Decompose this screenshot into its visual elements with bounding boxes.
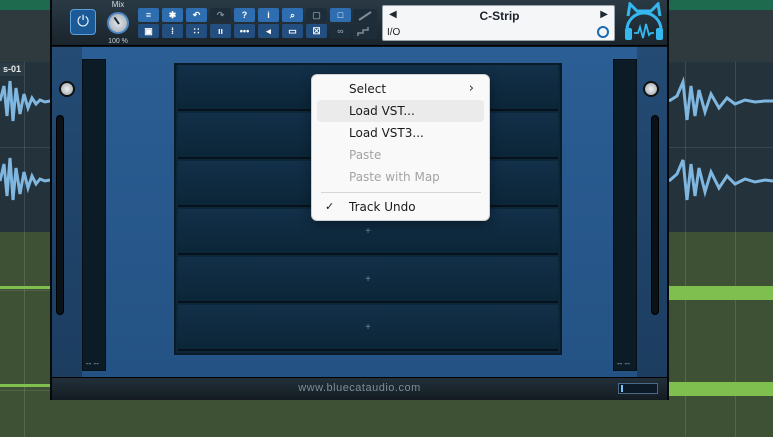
grid-icon[interactable]: ∷	[186, 24, 207, 38]
window-icon[interactable]: ▭	[282, 24, 303, 38]
toolbar-icon-grid: ≡ ✱ ↶ ↷ ? i ⌕ ▢ □ ▣ ⁞ ∷ ıı ••• ◂ ▭ ☒ ∞	[138, 8, 358, 38]
right-slot	[651, 115, 659, 315]
redo-icon[interactable]: ↷	[210, 8, 231, 22]
menu-item-label: Paste	[349, 148, 382, 162]
cpu-meter	[618, 383, 658, 394]
input-meter-text: -- --	[86, 359, 99, 368]
square-icon[interactable]: □	[330, 8, 351, 22]
gear-icon[interactable]: ✱	[162, 8, 183, 22]
search-icon[interactable]: ⌕	[282, 8, 303, 22]
io-button[interactable]: I/O	[387, 27, 400, 38]
bluecat-logo-icon	[625, 2, 663, 40]
menu-item-paste[interactable]: Paste	[317, 144, 484, 166]
menu-item-label: Select	[349, 82, 387, 96]
mix-value: 100 %	[108, 38, 128, 45]
checkmark-icon: ✓	[325, 200, 335, 213]
dots-icon[interactable]: •••	[234, 24, 255, 38]
close-box-icon[interactable]: ☒	[306, 24, 327, 38]
speaker-icon[interactable]: ◂	[258, 24, 279, 38]
right-side-panel	[637, 47, 667, 377]
left-side-panel	[52, 47, 82, 377]
menu-icon[interactable]: ≡	[138, 8, 159, 22]
menu-item-select[interactable]: Select ›	[317, 78, 484, 100]
bars-icon[interactable]: ıı	[210, 24, 231, 38]
waveform-right-green	[669, 286, 773, 396]
sliders-icon[interactable]: ⁞	[162, 24, 183, 38]
menu-item-label: Paste with Map	[349, 170, 440, 184]
plugin-footer: www.bluecataudio.com	[52, 377, 667, 400]
website-link[interactable]: www.bluecataudio.com	[52, 382, 667, 394]
waveform-left-blue	[0, 80, 50, 201]
menu-item-paste-with-map[interactable]: Paste with Map	[317, 166, 484, 188]
input-meter: -- --	[82, 59, 106, 371]
menu-item-load-vst3[interactable]: Load VST3...	[317, 122, 484, 144]
menu-separator	[321, 192, 481, 193]
input-gain-knob[interactable]	[59, 81, 75, 97]
menu-item-load-vst[interactable]: Load VST...	[317, 100, 484, 122]
left-slot	[56, 115, 64, 315]
menu-item-track-undo[interactable]: ✓ Track Undo	[317, 196, 484, 218]
help-icon[interactable]: ?	[234, 8, 255, 22]
wrench-icon[interactable]	[353, 9, 377, 23]
chevron-right-icon: ›	[468, 81, 474, 96]
waveform-left-green	[0, 286, 50, 387]
undo-icon[interactable]: ↶	[186, 8, 207, 22]
plugin-slot[interactable]: +	[178, 305, 558, 351]
plugin-slot[interactable]: +	[178, 257, 558, 303]
preset-settings-icon[interactable]	[597, 26, 609, 38]
output-meter: -- --	[613, 59, 637, 371]
power-icon[interactable]: ⏻	[70, 9, 96, 35]
context-menu: Select › Load VST... Load VST3... Paste …	[311, 74, 490, 221]
waveform-right-blue	[669, 76, 773, 201]
link-icon[interactable]: ∞	[330, 24, 351, 38]
clip-label[interactable]: s-01	[0, 63, 25, 76]
next-preset-icon[interactable]: ▶	[600, 9, 608, 20]
plugin-toolbar: ⏻ Mix 100 % ≡ ✱ ↶ ↷ ? i ⌕ ▢ □ ▣ ⁞ ∷ ıı •…	[52, 0, 667, 46]
output-gain-knob[interactable]	[643, 81, 659, 97]
previous-preset-icon[interactable]: ◀	[389, 9, 397, 20]
snapshot-icon[interactable]: ▣	[138, 24, 159, 38]
info-icon[interactable]: i	[258, 8, 279, 22]
steps-icon[interactable]	[353, 25, 377, 39]
lock-icon[interactable]: ▢	[306, 8, 327, 22]
menu-item-label: Track Undo	[349, 200, 416, 214]
preset-selector[interactable]: ◀ C-Strip ▶ I/O	[382, 5, 615, 41]
menu-item-label: Load VST...	[349, 104, 415, 118]
mix-knob[interactable]	[107, 12, 129, 34]
output-meter-text: -- --	[617, 359, 630, 368]
mix-label: Mix	[111, 0, 125, 9]
menu-item-label: Load VST3...	[349, 126, 424, 140]
plugin-name: C-Strip	[479, 9, 520, 23]
